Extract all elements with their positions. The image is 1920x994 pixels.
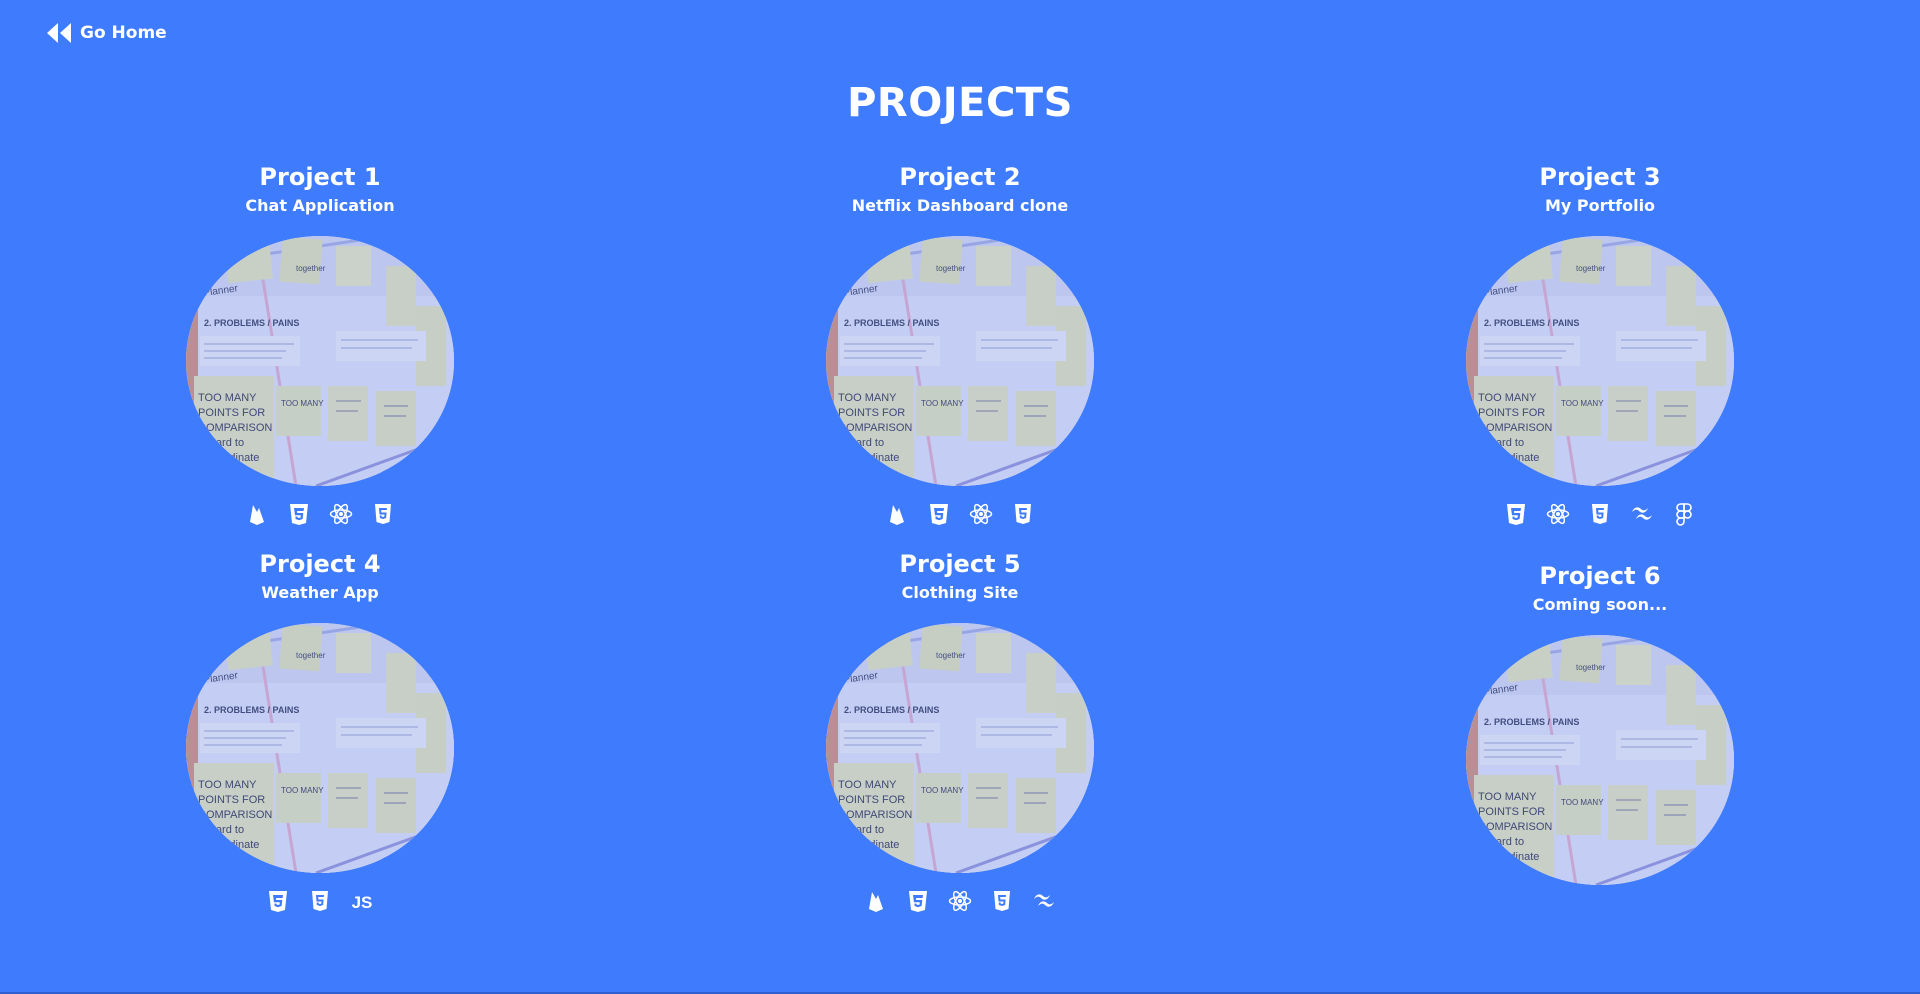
page-title: PROJECTS — [847, 80, 1073, 126]
go-home-label: Go Home — [80, 23, 167, 43]
firebase-icon — [864, 889, 888, 913]
html5-icon — [371, 502, 395, 526]
sticky-notes-board-image: Planner 2. PROBLEMS / PAINS together TOO… — [186, 236, 454, 486]
tech-stack — [170, 502, 470, 528]
project-title: Project 4 — [259, 550, 381, 578]
react-icon — [329, 502, 353, 526]
project-title: Project 2 — [899, 163, 1021, 191]
sticky-notes-board-image: Planner 2. PROBLEMS / PAINS together TOO… — [826, 236, 1094, 486]
project-thumbnail[interactable]: Planner 2. PROBLEMS / PAINS together TOO… — [1466, 236, 1734, 486]
project-title: Project 5 — [899, 550, 1021, 578]
css3-icon — [927, 502, 951, 526]
sticky-notes-board-image: Planner 2. PROBLEMS / PAINS together TOO… — [186, 623, 454, 873]
project-title: Project 1 — [259, 163, 381, 191]
project-card-2: Project 2 Netflix Dashboard clone Planne… — [810, 162, 1110, 528]
tech-stack — [810, 502, 1110, 528]
project-title: Project 3 — [1539, 163, 1661, 191]
project-title: Project 6 — [1539, 562, 1661, 590]
project-card-3: Project 3 My Portfolio Planner 2. PROBLE… — [1450, 162, 1750, 528]
tech-stack — [1450, 502, 1750, 528]
javascript-icon: JS — [350, 889, 374, 913]
css3-icon — [287, 502, 311, 526]
svg-text:JS: JS — [352, 893, 373, 912]
project-thumbnail[interactable]: Planner 2. PROBLEMS / PAINS together TOO… — [186, 236, 454, 486]
project-card-1: Project 1 Chat Application Planner 2. PR… — [170, 162, 470, 528]
react-icon — [969, 502, 993, 526]
project-card-5: Project 5 Clothing Site Planner 2. PROBL… — [810, 549, 1110, 915]
sticky-notes-board-image: Planner 2. PROBLEMS / PAINS together TOO… — [826, 623, 1094, 873]
project-subtitle: Weather App — [261, 583, 379, 602]
project-subtitle: My Portfolio — [1544, 196, 1656, 215]
react-icon — [948, 889, 972, 913]
project-card-4: Project 4 Weather App Planner 2. PROBLEM… — [170, 549, 470, 915]
html5-icon — [990, 889, 1014, 913]
tailwind-icon — [1032, 889, 1056, 913]
css3-icon — [266, 889, 290, 913]
project-thumbnail[interactable]: Planner 2. PROBLEMS / PAINS together TOO… — [1466, 635, 1734, 885]
tech-stack — [1450, 901, 1750, 927]
css3-icon — [1504, 502, 1528, 526]
tech-stack: JS — [170, 889, 470, 915]
css3-icon — [906, 889, 930, 913]
go-home-link[interactable]: Go Home — [46, 20, 167, 46]
html5-icon — [308, 889, 332, 913]
project-subtitle: Netflix Dashboard clone — [851, 196, 1069, 215]
tech-stack — [810, 889, 1110, 915]
project-card-6: Project 6 Coming soon... Planner 2. PROB… — [1450, 561, 1750, 927]
project-subtitle: Clothing Site — [901, 583, 1019, 602]
sticky-notes-board-image: Planner 2. PROBLEMS / PAINS together TOO… — [1466, 635, 1734, 885]
project-subtitle: Chat Application — [245, 196, 395, 215]
sticky-notes-board-image: Planner 2. PROBLEMS / PAINS together TOO… — [1466, 236, 1734, 486]
firebase-icon — [245, 502, 269, 526]
html5-icon — [1588, 502, 1612, 526]
project-thumbnail[interactable]: Planner 2. PROBLEMS / PAINS together TOO… — [186, 623, 454, 873]
project-thumbnail[interactable]: Planner 2. PROBLEMS / PAINS together TOO… — [826, 623, 1094, 873]
react-icon — [1546, 502, 1570, 526]
figma-icon — [1672, 502, 1696, 526]
project-thumbnail[interactable]: Planner 2. PROBLEMS / PAINS together TOO… — [826, 236, 1094, 486]
tailwind-icon — [1630, 502, 1654, 526]
html5-icon — [1011, 502, 1035, 526]
double-chevron-left-icon — [46, 22, 72, 44]
firebase-icon — [885, 502, 909, 526]
project-subtitle: Coming soon... — [1532, 595, 1668, 614]
